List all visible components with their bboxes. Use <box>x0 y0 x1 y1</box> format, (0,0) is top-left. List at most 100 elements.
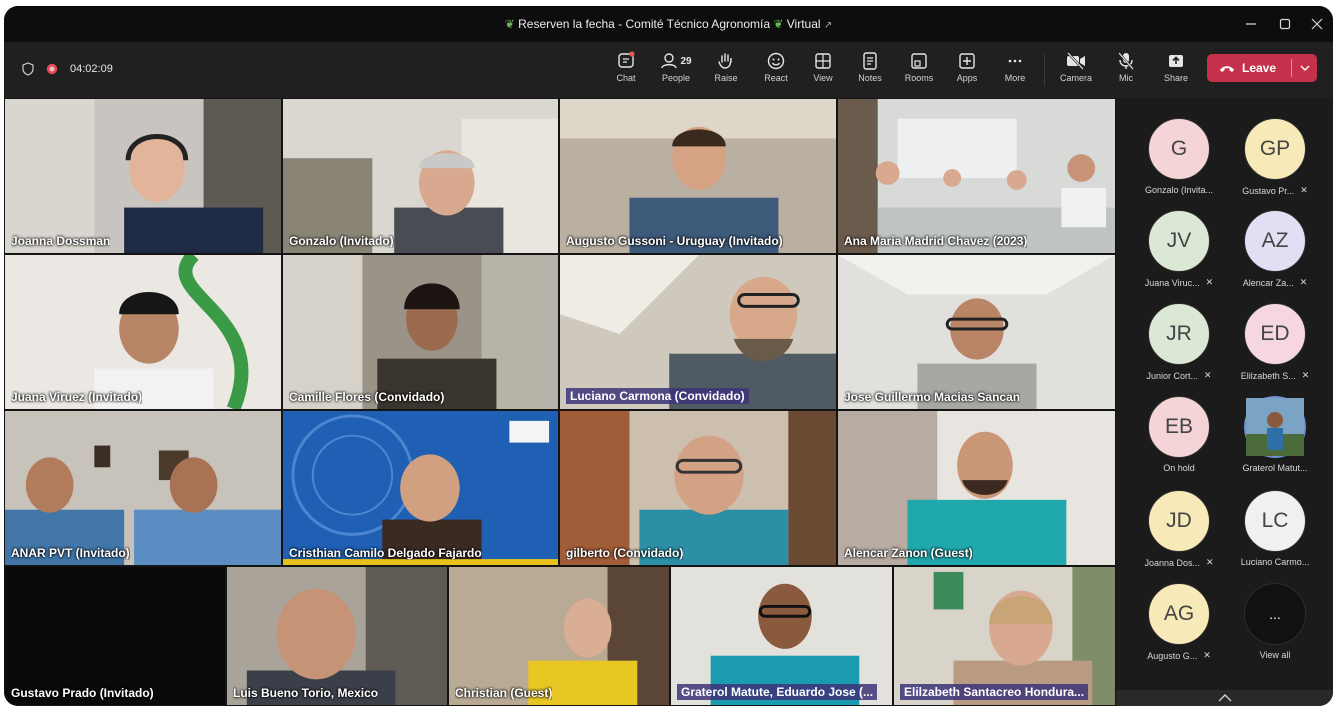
leave-dropdown[interactable] <box>1292 65 1317 71</box>
video-tile[interactable]: Jose Guillermo Macias Sancan <box>837 254 1116 410</box>
video-tile[interactable]: Joanna Dossman <box>4 98 282 254</box>
video-tile[interactable]: gilberto (Convidado) <box>559 410 837 566</box>
participant-avatar-card[interactable]: EB On hold <box>1129 396 1229 478</box>
view-button[interactable]: View <box>801 50 845 92</box>
participant-avatar-card[interactable]: Graterol Matut... <box>1225 396 1325 478</box>
video-tile[interactable]: Luciano Carmona (Convidado) <box>559 254 837 410</box>
participant-avatar-card[interactable]: AZ Alencar Za... ✕ <box>1225 210 1325 292</box>
meeting-title-tag: Virtual <box>786 17 821 31</box>
grid-view-icon <box>815 53 831 69</box>
participant-label: Juana Viruc... <box>1144 277 1200 288</box>
more-participants-icon: ... <box>1244 583 1306 645</box>
video-grid: Joanna Dossman Gonzalo (Invitado) August… <box>4 98 1116 706</box>
panel-collapse-toggle[interactable] <box>1116 690 1333 706</box>
title-badge-icon: ↗ <box>823 20 833 31</box>
video-tile[interactable]: Christian (Guest) <box>448 566 670 706</box>
video-tile[interactable]: Luis Bueno Torio, Mexico <box>226 566 448 706</box>
participant-name: gilberto (Convidado) <box>566 546 684 560</box>
more-button[interactable]: More <box>993 50 1037 92</box>
video-tile[interactable]: Graterol Matute, Eduardo Jose (... <box>670 566 893 706</box>
video-tile[interactable]: Camille Flores (Convidado) <box>282 254 559 410</box>
raise-hand-button[interactable]: Raise <box>704 50 748 92</box>
people-count: 29 <box>680 55 692 67</box>
video-tile[interactable]: Cristhian Camilo Delgado Fajardo <box>282 410 559 566</box>
rooms-button[interactable]: Rooms <box>897 50 941 92</box>
video-tile[interactable]: Alencar Zanon (Guest) <box>837 410 1116 566</box>
video-feed <box>560 255 836 409</box>
video-feed <box>5 567 225 705</box>
chat-icon <box>618 51 635 68</box>
react-button[interactable]: React <box>754 50 798 92</box>
meeting-title: ❦ Reserven la fecha - Comité Técnico Agr… <box>4 17 1333 31</box>
raise-label: Raise <box>714 73 738 83</box>
participant-name: Gustavo Prado (Invitado) <box>11 686 154 700</box>
participant-avatar-card[interactable]: GP Gustavo Pr... ✕ <box>1225 118 1325 200</box>
people-label: People <box>661 73 691 83</box>
avatar: JV <box>1148 210 1210 272</box>
rooms-label: Rooms <box>904 73 934 83</box>
notes-button[interactable]: Notes <box>848 50 892 92</box>
chat-button[interactable]: Chat <box>604 50 648 92</box>
participant-avatar-card[interactable]: G Gonzalo (Invita... <box>1129 118 1229 200</box>
video-tile[interactable]: Ana Maria Madrid Chavez (2023) <box>837 98 1116 254</box>
video-feed <box>5 255 281 409</box>
mic-muted-icon: ✕ <box>1203 650 1211 660</box>
video-tile[interactable]: Augusto Gussoni - Uruguay (Invitado) <box>559 98 837 254</box>
leave-label: Leave <box>1242 61 1277 75</box>
apps-button[interactable]: Apps <box>945 50 989 92</box>
minimize-button[interactable] <box>1234 11 1268 37</box>
video-tile[interactable]: Gonzalo (Invitado) <box>282 98 559 254</box>
maximize-button[interactable] <box>1268 11 1302 37</box>
phone-hangup-icon <box>1220 66 1234 72</box>
video-tile[interactable]: Gustavo Prado (Invitado) <box>4 566 226 706</box>
share-icon <box>1169 55 1183 67</box>
people-button[interactable]: 29 People <box>654 50 698 92</box>
video-feed <box>283 99 558 253</box>
participant-avatar-card[interactable]: JD Joanna Dos... ✕ <box>1129 490 1229 572</box>
video-tile[interactable]: Juana Viruez (Invitado) <box>4 254 282 410</box>
participant-label: Junior Cort... <box>1146 370 1198 381</box>
video-tile[interactable]: ANAR PVT (Invitado) <box>4 410 282 566</box>
participant-name: Joanna Dossman <box>11 234 111 248</box>
participant-name: Luis Bueno Torio, Mexico <box>233 686 379 700</box>
smiley-icon <box>767 52 785 70</box>
share-button[interactable]: Share <box>1154 50 1198 92</box>
participant-avatar-card[interactable]: AG Augusto G... ✕ <box>1129 583 1229 665</box>
video-feed <box>5 411 281 565</box>
participant-label: Graterol Matut... <box>1242 463 1308 473</box>
participant-label: Luciano Carmo... <box>1240 557 1310 567</box>
avatar-photo <box>1244 396 1306 458</box>
participant-avatar-card[interactable]: JR Junior Cort... ✕ <box>1129 303 1229 385</box>
participant-name: Graterol Matute, Eduardo Jose (... <box>677 684 878 700</box>
notes-icon <box>863 52 877 70</box>
people-icon <box>661 53 678 69</box>
participant-label: On hold <box>1163 463 1195 473</box>
avatar: EB <box>1148 396 1210 458</box>
view-all-button[interactable]: ... View all <box>1225 583 1325 665</box>
close-button[interactable] <box>1300 11 1333 37</box>
avatar: G <box>1148 118 1210 180</box>
participant-name: Luciano Carmona (Convidado) <box>566 388 749 404</box>
participant-avatar-card[interactable]: ED Elilzabeth S... ✕ <box>1225 303 1325 385</box>
mic-button[interactable]: Mic <box>1104 50 1148 92</box>
leaf-icon-2: ❦ <box>773 17 784 31</box>
mic-muted-icon: ✕ <box>1205 277 1214 287</box>
meeting-timer: 04:02:09 <box>70 63 113 75</box>
leave-button[interactable]: Leave <box>1207 54 1317 82</box>
participant-avatar-card[interactable]: LC Luciano Carmo... <box>1225 490 1325 572</box>
participant-label: Joanna Dos... <box>1144 557 1200 568</box>
video-feed <box>838 411 1115 565</box>
participant-avatar-card[interactable]: JV Juana Viruc... ✕ <box>1129 210 1229 292</box>
share-label: Share <box>1163 73 1189 83</box>
camera-label: Camera <box>1059 73 1092 83</box>
avatar: ED <box>1244 303 1306 365</box>
camera-button[interactable]: Camera <box>1054 50 1098 92</box>
video-tile[interactable]: Elilzabeth Santacreo Hondura... <box>893 566 1116 706</box>
avatar: LC <box>1244 490 1306 552</box>
mic-muted-icon: ✕ <box>1300 185 1308 195</box>
notes-label: Notes <box>858 73 882 83</box>
video-feed <box>227 567 447 705</box>
shield-icon <box>22 62 34 76</box>
participant-label: Gustavo Pr... <box>1242 185 1295 196</box>
teams-window: ❦ Reserven la fecha - Comité Técnico Agr… <box>4 6 1333 706</box>
